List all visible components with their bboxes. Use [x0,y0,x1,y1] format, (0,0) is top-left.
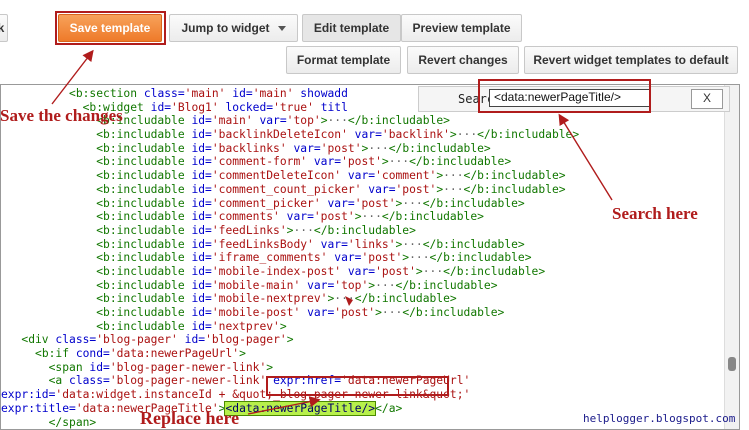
replace-annotation: Replace here [140,408,240,428]
search-annotation: Search here [612,204,698,223]
watermark: helplogger.blogspot.com [583,412,736,425]
mouse-pointer-icon [345,296,353,306]
save-arrow [51,49,94,105]
save-annotation: Save the changes [0,106,123,125]
replace-arrow [247,396,321,415]
search-arrow [558,113,613,201]
